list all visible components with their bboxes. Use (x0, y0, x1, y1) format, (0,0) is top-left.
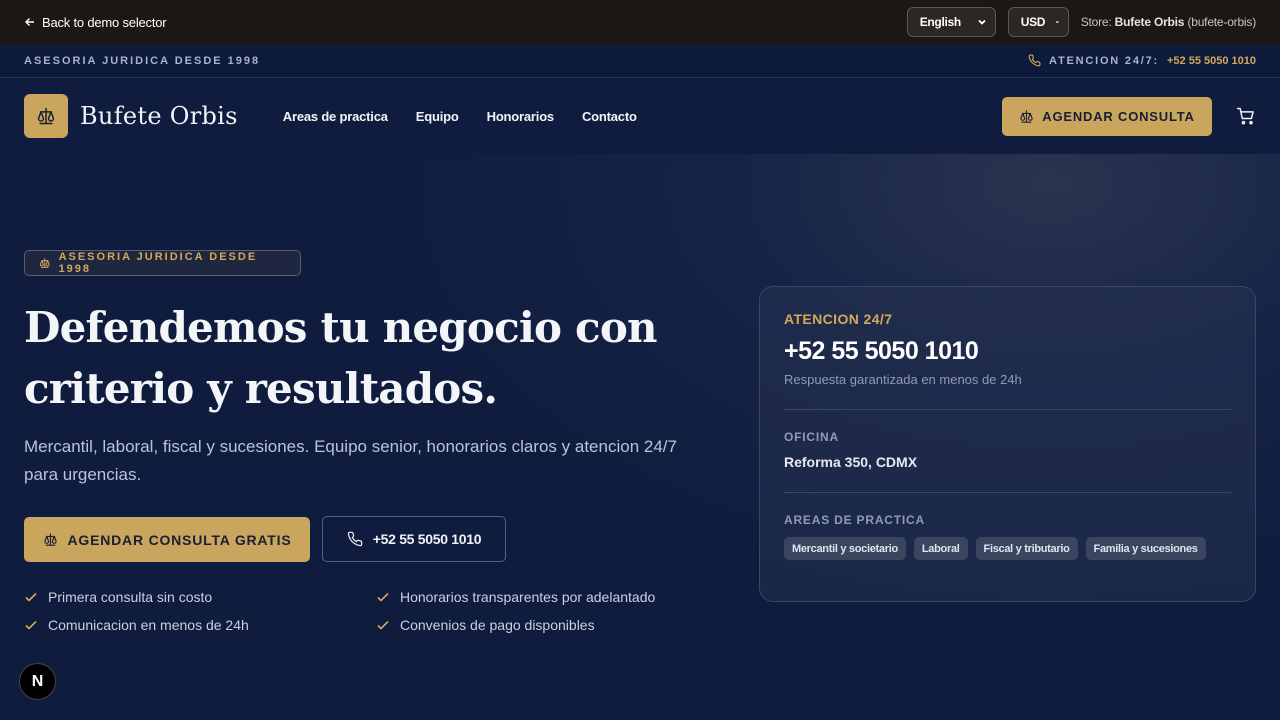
practice-area-chip[interactable]: Fiscal y tributario (975, 537, 1078, 560)
free-consult-button[interactable]: AGENDAR CONSULTA GRATIS (24, 517, 310, 562)
feature-item: Honorarios transparentes por adelantado (376, 589, 706, 605)
areas-label: AREAS DE PRACTICA (784, 513, 925, 527)
nav-link-equipo[interactable]: Equipo (416, 109, 459, 124)
check-icon (25, 592, 37, 602)
nav-link-areas[interactable]: Areas de practica (283, 109, 388, 124)
back-link-label: Back to demo selector (42, 14, 167, 30)
feature-item: Primera consulta sin costo (24, 589, 376, 605)
chevron-down-icon (978, 19, 986, 25)
phone-icon (1028, 54, 1041, 67)
feature-text: Comunicacion en menos de 24h (48, 617, 249, 633)
store-info: Store: Bufete Orbis (bufete-orbis) (1081, 15, 1256, 29)
feature-list: Primera consulta sin costo Honorarios tr… (24, 589, 704, 633)
dev-tools-badge[interactable]: N (19, 663, 56, 700)
back-to-demo-link[interactable]: Back to demo selector (24, 14, 167, 30)
nav-links: Areas de practica Equipo Honorarios Cont… (283, 109, 637, 124)
free-consult-label: AGENDAR CONSULTA GRATIS (67, 531, 292, 548)
store-prefix: Store: (1080, 15, 1112, 29)
scale-icon (43, 533, 57, 546)
phone-icon (347, 531, 363, 547)
feature-item: Convenios de pago disponibles (376, 617, 706, 633)
cart-icon[interactable] (1236, 106, 1256, 126)
utility-contact: ATENCION 24/7: +52 55 5050 1010 (1028, 54, 1256, 67)
check-icon (377, 620, 389, 630)
utility-strip: ASESORIA JURIDICA DESDE 1998 ATENCION 24… (0, 44, 1280, 78)
feature-text: Honorarios transparentes por adelantado (400, 589, 656, 605)
nav-link-honorarios[interactable]: Honorarios (487, 109, 555, 124)
divider (784, 492, 1231, 493)
scale-icon (1020, 109, 1033, 123)
schedule-consult-button[interactable]: AGENDAR CONSULTA (1002, 96, 1212, 136)
scale-icon (37, 107, 55, 125)
language-select[interactable]: English (906, 7, 996, 37)
hero-subhead: Mercantil, laboral, fiscal y sucesiones.… (24, 437, 677, 484)
practice-area-chip[interactable]: Mercantil y societario (784, 537, 906, 560)
nav-link-contacto[interactable]: Contacto (582, 109, 637, 124)
hero-badge-label: ASESORIA JURIDICA DESDE 1998 (58, 251, 258, 275)
currency-value: USD (1020, 15, 1046, 29)
main-nav: Bufete Orbis Areas de practica Equipo Ho… (0, 78, 1280, 154)
chevron-down-icon (1055, 21, 1060, 24)
feature-text: Convenios de pago disponibles (400, 617, 595, 633)
divider (784, 409, 1231, 410)
utility-phone-link[interactable]: +52 55 5050 1010 (1167, 55, 1256, 67)
call-phone-label: +52 55 5050 1010 (372, 531, 482, 547)
card-response-note: Respuesta garantizada en menos de 24h (784, 372, 1022, 387)
brand-name[interactable]: Bufete Orbis (80, 102, 238, 130)
office-label: OFICINA (784, 430, 839, 444)
attention-label: ATENCION 24/7: (1049, 54, 1159, 67)
practice-area-chip[interactable]: Laboral (913, 537, 968, 560)
practice-area-chip[interactable]: Familia y sucesiones (1085, 537, 1206, 560)
call-phone-button[interactable]: +52 55 5050 1010 (322, 516, 506, 562)
contact-card: ATENCION 24/7 +52 55 5050 1010 Respuesta… (759, 286, 1256, 602)
office-value: Reforma 350, CDMX (784, 454, 918, 470)
feature-item: Comunicacion en menos de 24h (24, 617, 376, 633)
feature-text: Primera consulta sin costo (48, 589, 213, 605)
scale-icon (39, 258, 50, 268)
store-name: Bufete Orbis (1114, 15, 1185, 29)
logo[interactable] (24, 94, 68, 138)
demo-controls: English USD Store: Bufete Orbis (bufete-… (906, 7, 1256, 37)
hero-section: ASESORIA JURIDICA DESDE 1998 Defendemos … (0, 154, 1280, 720)
language-value: English (919, 15, 962, 29)
card-phone[interactable]: +52 55 5050 1010 (784, 337, 1231, 366)
practice-area-chips: Mercantil y societario Laboral Fiscal y … (784, 537, 1231, 560)
hero-badge: ASESORIA JURIDICA DESDE 1998 (24, 250, 301, 276)
utility-tagline: ASESORIA JURIDICA DESDE 1998 (24, 54, 261, 67)
demo-bar: Back to demo selector English USD Store:… (0, 0, 1280, 44)
check-icon (25, 620, 37, 630)
card-attention-label: ATENCION 24/7 (784, 311, 893, 327)
store-slug: (bufete-orbis) (1187, 15, 1256, 29)
check-icon (377, 592, 389, 602)
hero-headline: Defendemos tu negocio con criterio y res… (24, 303, 658, 413)
currency-select[interactable]: USD (1007, 7, 1069, 37)
arrow-left-icon (25, 18, 34, 26)
schedule-consult-label: AGENDAR CONSULTA (1042, 108, 1195, 124)
